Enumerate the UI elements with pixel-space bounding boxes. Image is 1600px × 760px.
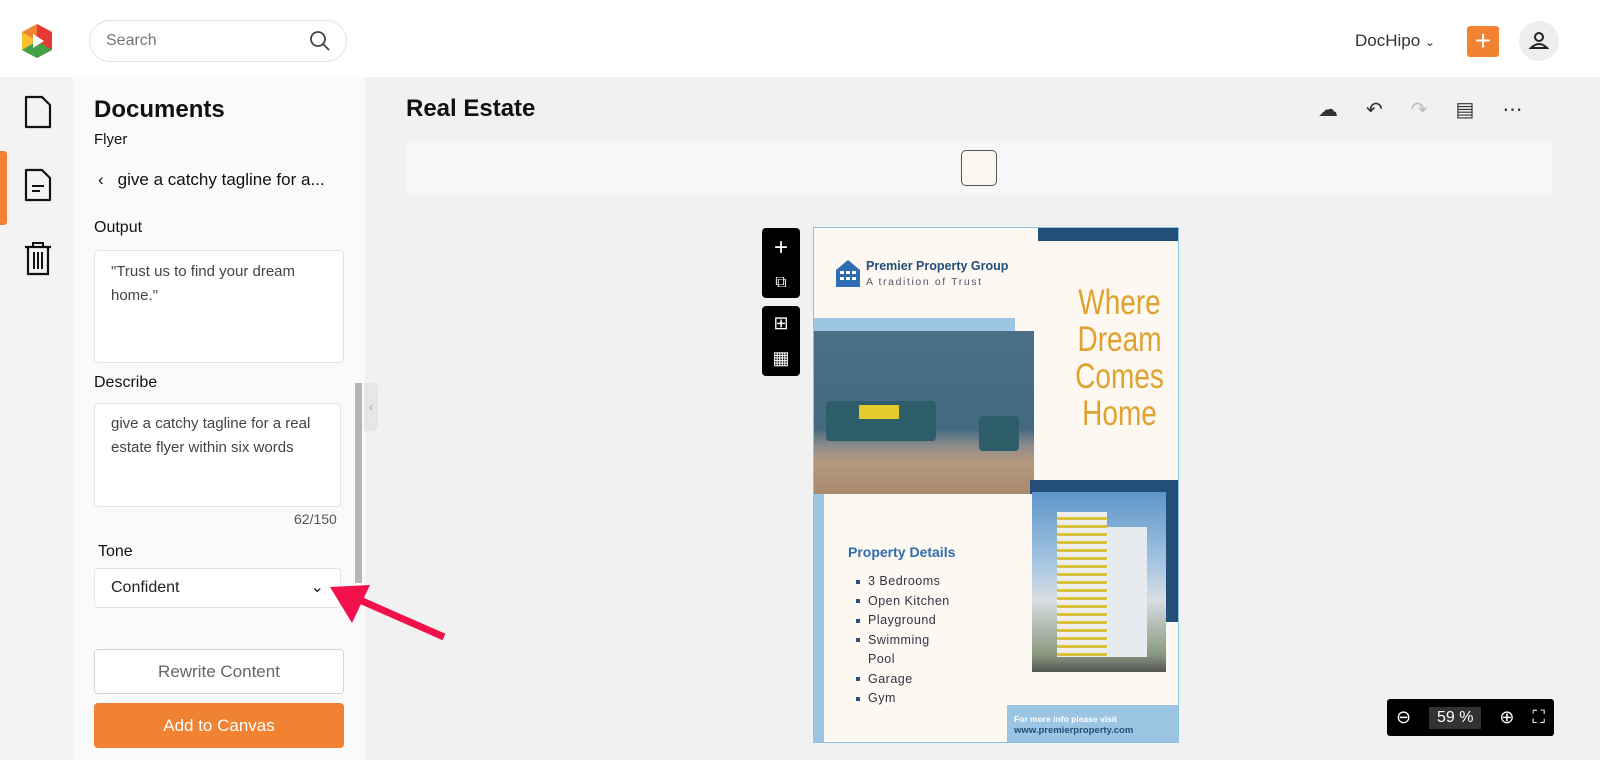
redo-icon[interactable]: ↷ bbox=[1411, 97, 1428, 122]
active-indicator bbox=[0, 151, 7, 225]
zoom-in-icon[interactable]: ⊕ bbox=[1499, 707, 1514, 728]
details-title: Property Details bbox=[848, 544, 956, 560]
document-icon[interactable] bbox=[24, 95, 52, 129]
back-label: give a catchy tagline for a... bbox=[117, 170, 325, 189]
panel-scrollbar[interactable] bbox=[355, 383, 362, 583]
panel-title: Documents bbox=[94, 96, 225, 123]
user-icon bbox=[1528, 32, 1550, 49]
fullscreen-icon[interactable]: ⛶ bbox=[1532, 707, 1545, 728]
list-item: Playground bbox=[856, 611, 950, 631]
more-options-icon[interactable]: ⋯ bbox=[1502, 97, 1522, 122]
search-placeholder: Search bbox=[106, 32, 157, 49]
flyer-footer: For more info please visit www.premierpro… bbox=[1007, 705, 1178, 742]
panel-subtitle: Flyer bbox=[94, 131, 128, 148]
tone-value: Confident bbox=[111, 579, 180, 596]
trash-icon[interactable] bbox=[23, 241, 53, 277]
duplicate-page-icon[interactable]: ⧉ bbox=[775, 274, 786, 292]
rewrite-content-button[interactable]: Rewrite Content bbox=[94, 649, 344, 694]
background-color-swatch[interactable] bbox=[961, 150, 997, 186]
list-item: Gym bbox=[856, 689, 950, 709]
building-logo-icon bbox=[836, 260, 860, 287]
details-list: 3 Bedrooms Open Kitchen Playground Swimm… bbox=[856, 572, 950, 709]
account-name: DocHipo bbox=[1355, 31, 1421, 50]
tone-label: Tone bbox=[98, 543, 133, 560]
select-area-icon[interactable]: ▦ bbox=[772, 348, 789, 369]
list-item: Garage bbox=[856, 670, 950, 690]
company-tagline: A tradition of Trust bbox=[866, 276, 983, 288]
add-page-icon[interactable]: + bbox=[774, 234, 788, 262]
navy-bar-top bbox=[1038, 228, 1178, 241]
describe-label: Describe bbox=[94, 374, 158, 391]
page-toolbar-2: ⊞ ▦ bbox=[762, 306, 800, 376]
flyer-canvas[interactable]: Premier Property Group A tradition of Tr… bbox=[813, 227, 1179, 743]
search-icon[interactable] bbox=[310, 31, 330, 51]
account-menu[interactable]: DocHipo ⌄ bbox=[1355, 31, 1435, 51]
output-label: Output bbox=[94, 219, 143, 236]
living-room-photo bbox=[814, 331, 1034, 494]
output-textarea[interactable]: "Trust us to find your dream home." bbox=[94, 250, 344, 363]
zoom-out-icon[interactable]: ⊖ bbox=[1396, 707, 1411, 728]
chevron-down-icon: ⌄ bbox=[310, 579, 324, 596]
zoom-control: ⊖ 59 % ⊕ ⛶ bbox=[1387, 699, 1554, 736]
user-avatar[interactable] bbox=[1519, 21, 1559, 61]
search-input[interactable]: Search bbox=[89, 20, 347, 62]
apartment-photo bbox=[1032, 492, 1166, 672]
list-item: Pool bbox=[868, 652, 896, 666]
char-count: 62/150 bbox=[294, 511, 337, 527]
list-item: Open Kitchen bbox=[856, 592, 950, 612]
text-document-icon[interactable] bbox=[24, 168, 52, 202]
back-button[interactable]: ‹ give a catchy tagline for a... bbox=[98, 170, 325, 190]
light-blue-side-bar bbox=[814, 494, 824, 742]
navy-side-bar bbox=[1166, 492, 1178, 622]
list-item: 3 Bedrooms bbox=[856, 572, 950, 592]
grid-icon[interactable]: ⊞ bbox=[773, 313, 788, 334]
list-item: Swimming bbox=[856, 631, 950, 651]
zoom-level[interactable]: 59 % bbox=[1428, 706, 1482, 729]
create-plus-button[interactable]: + bbox=[1467, 26, 1499, 57]
dochipo-logo[interactable] bbox=[18, 22, 56, 60]
company-name: Premier Property Group bbox=[866, 259, 1009, 273]
describe-textarea[interactable]: give a catchy tagline for a real estate … bbox=[94, 403, 341, 507]
red-arrow-annotation bbox=[330, 585, 446, 641]
add-to-canvas-button[interactable]: Add to Canvas bbox=[94, 703, 344, 748]
chevron-down-icon: ⌄ bbox=[1424, 35, 1435, 49]
chevron-left-icon: ‹ bbox=[98, 170, 104, 189]
light-blue-bar bbox=[814, 318, 1015, 332]
collapse-panel-button[interactable]: ‹ bbox=[364, 383, 378, 431]
comment-icon[interactable]: ▤ bbox=[1456, 97, 1475, 122]
cloud-save-icon[interactable]: ☁ bbox=[1318, 97, 1338, 122]
tone-select[interactable]: Confident ⌄ bbox=[94, 568, 341, 608]
headline: Where Dream Comes Home bbox=[1075, 283, 1164, 433]
undo-icon[interactable]: ↶ bbox=[1366, 97, 1383, 122]
document-title[interactable]: Real Estate bbox=[406, 95, 535, 123]
page-toolbar: + ⧉ bbox=[762, 228, 800, 298]
